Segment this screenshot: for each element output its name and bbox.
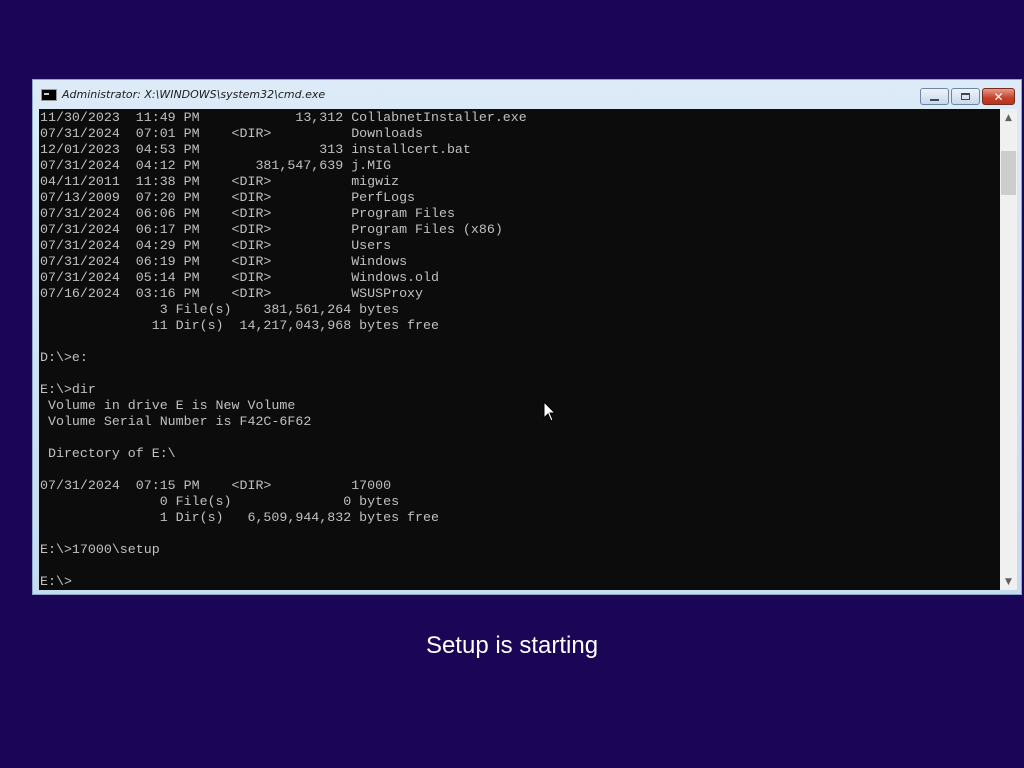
- console-line: E:\>17000\setup: [40, 542, 160, 557]
- scroll-up-icon[interactable]: ▲: [1000, 109, 1017, 126]
- console-line: 07/31/2024 06:17 PM <DIR> Program Files …: [40, 222, 503, 237]
- close-button[interactable]: ✕: [982, 88, 1015, 105]
- setup-status-message: Setup is starting: [425, 632, 599, 659]
- mouse-pointer-icon: [543, 401, 557, 422]
- console-output[interactable]: 11/30/2023 11:49 PM 13,312 CollabnetInst…: [39, 109, 1000, 590]
- console-line: E:\>: [40, 574, 72, 589]
- window-title: Administrator: X:\WINDOWS\system32\cmd.e…: [62, 88, 326, 101]
- console-line: E:\>dir: [40, 382, 96, 397]
- cmd-window: Administrator: X:\WINDOWS\system32\cmd.e…: [32, 79, 1022, 595]
- console-line: 07/31/2024 04:12 PM 381,547,639 j.MIG: [40, 158, 392, 173]
- console-line: 3 File(s) 381,561,264 bytes: [40, 302, 400, 317]
- console-line: 07/31/2024 06:19 PM <DIR> Windows: [40, 254, 408, 269]
- console-line: Directory of E:\: [40, 446, 176, 461]
- desktop: Administrator: X:\WINDOWS\system32\cmd.e…: [0, 0, 1024, 768]
- console-line: 07/31/2024 05:14 PM <DIR> Windows.old: [40, 270, 439, 285]
- console-line: Volume Serial Number is F42C-6F62: [40, 414, 312, 429]
- console-line: D:\>e:: [40, 350, 88, 365]
- console-line: 07/31/2024 06:06 PM <DIR> Program Files: [40, 206, 455, 221]
- console-line: 1 Dir(s) 6,509,944,832 bytes free: [40, 510, 439, 525]
- console-line: 04/11/2011 11:38 PM <DIR> migwiz: [40, 174, 400, 189]
- console-line: 12/01/2023 04:53 PM 313 installcert.bat: [40, 142, 471, 157]
- scroll-down-icon[interactable]: ▼: [1000, 573, 1017, 590]
- console-line: 07/31/2024 07:15 PM <DIR> 17000: [40, 478, 392, 493]
- console-line: 07/16/2024 03:16 PM <DIR> WSUSProxy: [40, 286, 424, 301]
- maximize-icon: [961, 93, 970, 100]
- window-controls: ✕: [918, 88, 1015, 105]
- console-line: 07/13/2009 07:20 PM <DIR> PerfLogs: [40, 190, 416, 205]
- console-line: 0 File(s) 0 bytes: [40, 494, 400, 509]
- console-line: 07/31/2024 07:01 PM <DIR> Downloads: [40, 126, 424, 141]
- minimize-button[interactable]: [920, 88, 949, 105]
- cmd-icon: [41, 88, 57, 101]
- console-line: 07/31/2024 04:29 PM <DIR> Users: [40, 238, 392, 253]
- console-line: 11/30/2023 11:49 PM 13,312 CollabnetInst…: [40, 110, 527, 125]
- close-icon: ✕: [993, 89, 1004, 104]
- maximize-button[interactable]: [951, 88, 980, 105]
- scroll-thumb[interactable]: [1001, 151, 1016, 195]
- console-line: Volume in drive E is New Volume: [40, 398, 296, 413]
- title-bar[interactable]: Administrator: X:\WINDOWS\system32\cmd.e…: [33, 80, 1021, 109]
- console-line: 11 Dir(s) 14,217,043,968 bytes free: [40, 318, 439, 333]
- minimize-icon: [930, 98, 939, 101]
- vertical-scrollbar[interactable]: ▲ ▼: [1000, 109, 1017, 590]
- console-text: 11/30/2023 11:49 PM 13,312 CollabnetInst…: [39, 109, 1000, 590]
